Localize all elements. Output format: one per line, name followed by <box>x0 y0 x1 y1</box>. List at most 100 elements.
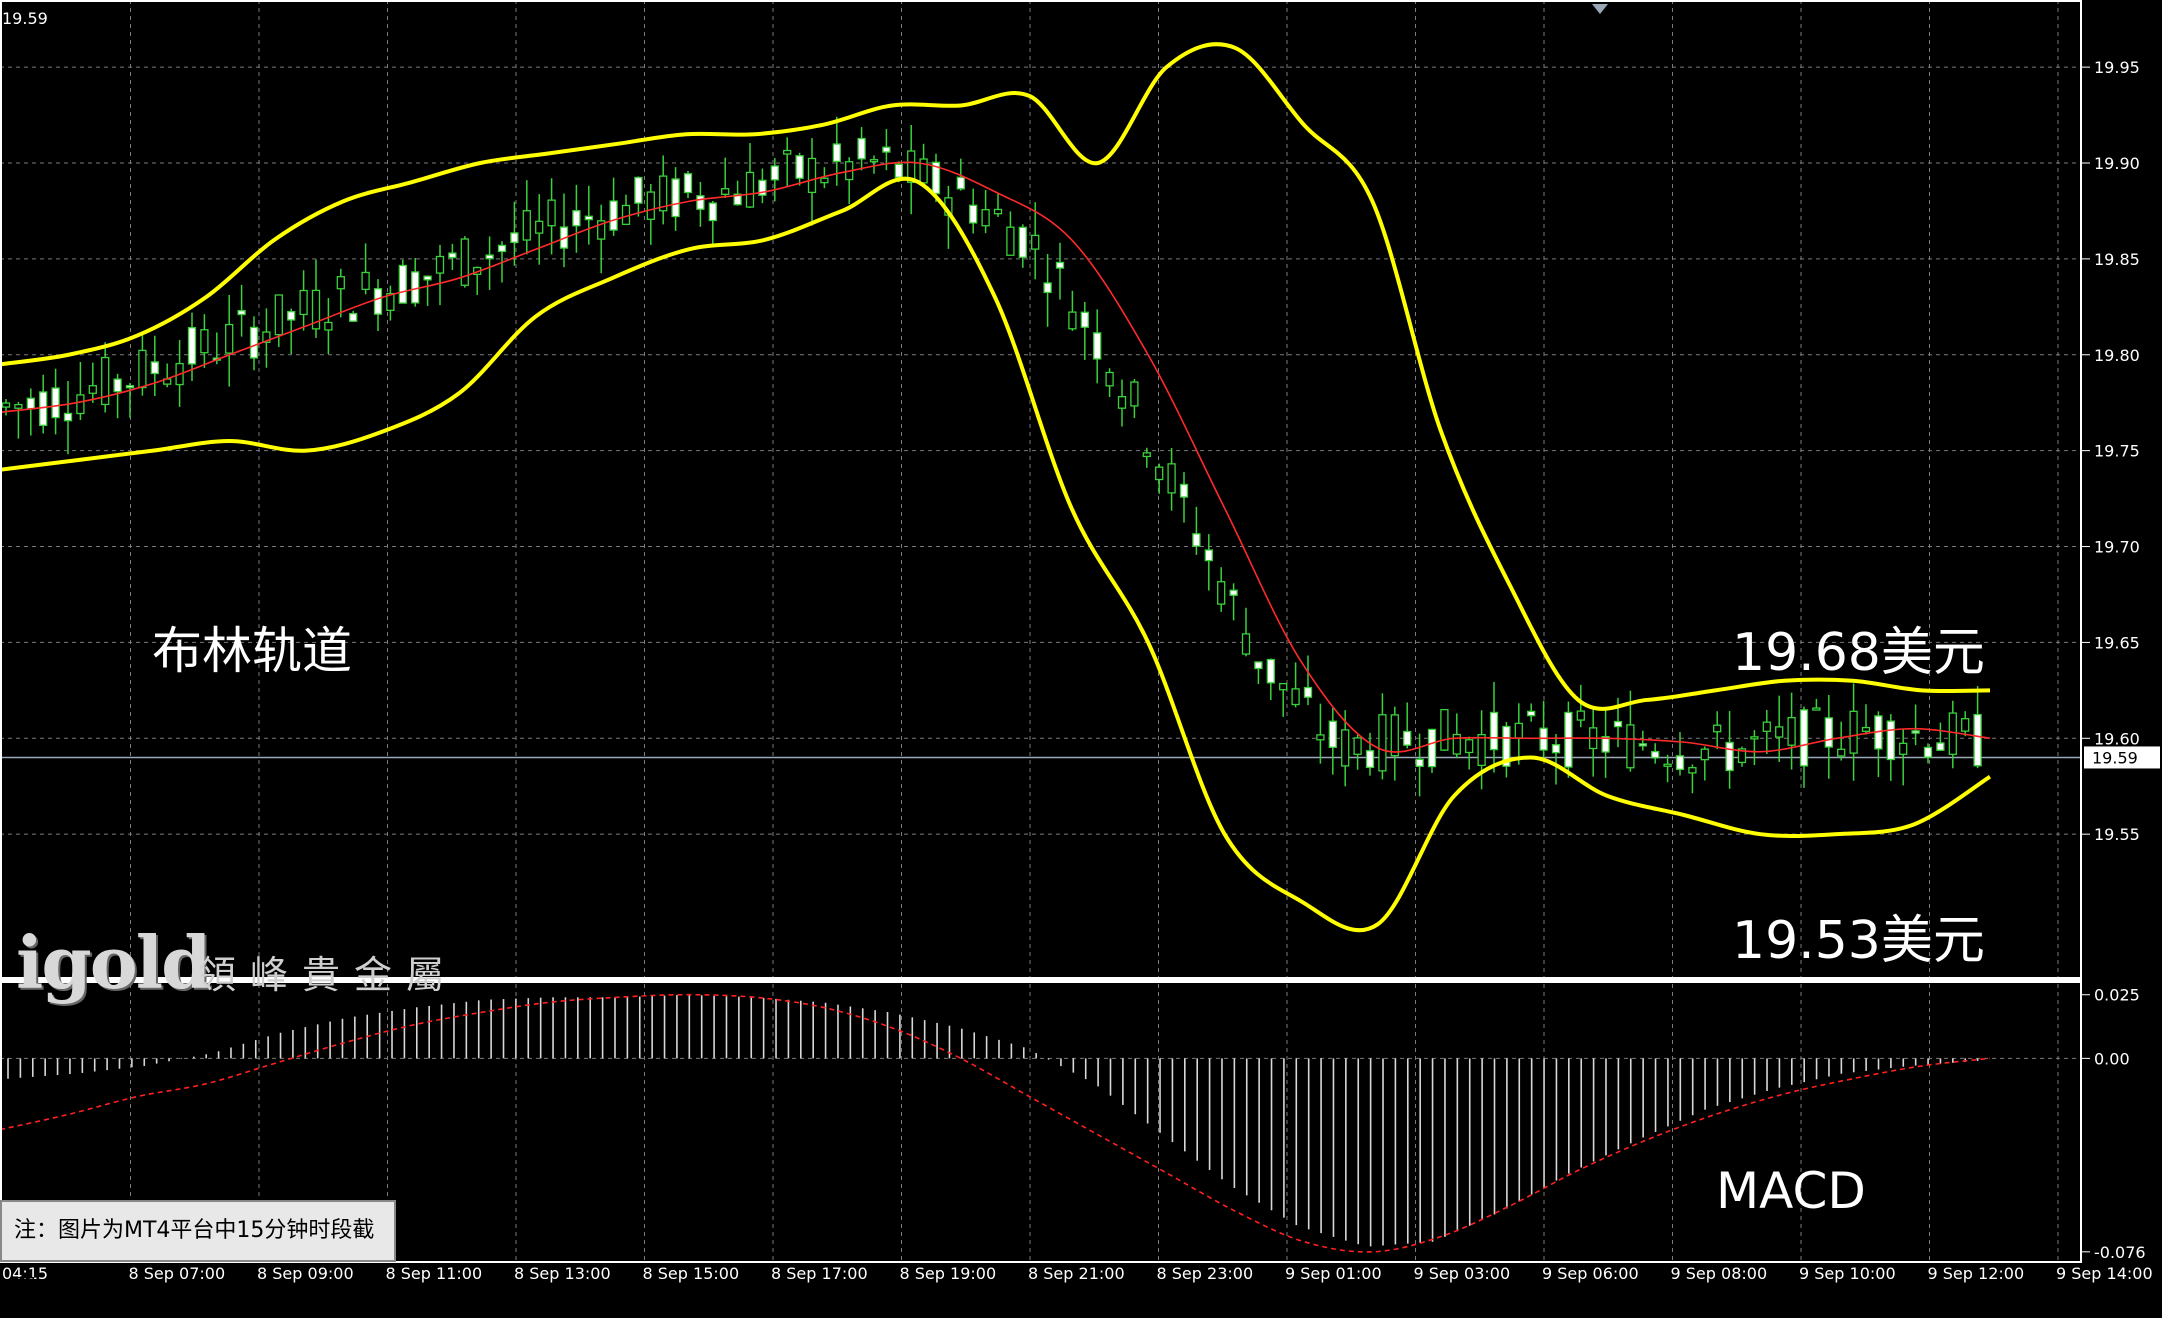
x-tick-label: 9 Sep 08:00 <box>1671 1264 1768 1283</box>
candle-body <box>1948 712 1957 755</box>
candle-body <box>857 137 866 160</box>
candle-body <box>1217 581 1226 605</box>
x-tick-label: 9 Sep 01:00 <box>1285 1264 1382 1283</box>
x-tick-label: 8 Sep 17:00 <box>771 1264 868 1283</box>
candle-body <box>1117 396 1127 409</box>
candle-body <box>547 199 556 227</box>
candle-body <box>1155 466 1164 481</box>
price-tick-label: 19.55 <box>2094 825 2140 844</box>
candle-body <box>770 165 779 181</box>
candle-body <box>1365 750 1375 769</box>
candle-body <box>225 323 234 354</box>
candle-body <box>497 244 507 253</box>
x-tick-label: 8 Sep 11:00 <box>386 1264 483 1283</box>
candle-body <box>187 327 197 365</box>
candle-body <box>1799 709 1809 767</box>
candle-body <box>1440 708 1449 751</box>
x-tick-label: 8 Sep 13:00 <box>514 1264 611 1283</box>
candle-body <box>1291 688 1300 706</box>
candle-body <box>969 204 978 224</box>
price-tick-label: 19.65 <box>2094 633 2140 652</box>
candle-body <box>1266 658 1275 684</box>
macd-tick-label: -0.076 <box>2094 1243 2146 1262</box>
price-tick-label: 19.60 <box>2094 729 2140 748</box>
candle-body <box>1415 758 1424 767</box>
price-tick-label: 19.70 <box>2094 538 2140 557</box>
logo-chinese: 領峰貴金屬 <box>198 953 459 997</box>
x-tick-label: 8 Sep 15:00 <box>643 1264 740 1283</box>
bollinger-label: 布林轨道 <box>152 622 352 680</box>
candle-body <box>1613 720 1623 728</box>
candle-body <box>1167 463 1176 494</box>
price-tick-label: 19.90 <box>2094 154 2140 173</box>
candle-body <box>14 403 23 409</box>
candle-body <box>1688 767 1697 774</box>
candle-body <box>1204 549 1213 562</box>
candle-body <box>1824 717 1833 748</box>
candle-body <box>745 171 755 208</box>
candle-body <box>510 232 519 244</box>
candle-body <box>1626 724 1635 769</box>
candle-body <box>1837 748 1846 757</box>
candle-body <box>1068 311 1077 330</box>
upper-price-label: 19.68美元 <box>1732 623 1985 683</box>
candle-body <box>1886 720 1895 761</box>
candle-body <box>1936 742 1945 751</box>
candle-body <box>1787 717 1796 746</box>
top-left-price: 19.59 <box>2 9 48 28</box>
candle-body <box>299 289 308 316</box>
candle-body <box>1923 746 1933 758</box>
candle-body <box>1663 763 1672 767</box>
x-tick-label: 9 Sep 10:00 <box>1799 1264 1896 1283</box>
candle-body <box>361 271 370 291</box>
candle-body <box>1675 755 1685 771</box>
candle-body <box>88 385 97 394</box>
candle-body <box>1899 742 1908 755</box>
candle-body <box>584 215 593 221</box>
candle-body <box>1390 714 1399 757</box>
candle-body <box>1341 729 1350 767</box>
candle-body <box>1911 730 1920 734</box>
candle-body <box>336 276 345 290</box>
candle-body <box>485 254 494 260</box>
candle-body <box>671 178 680 218</box>
candle-body <box>1775 726 1784 738</box>
candle-body <box>1514 722 1523 739</box>
x-tick-label: 9 Sep 12:00 <box>1928 1264 2025 1283</box>
candle-body <box>696 195 705 210</box>
x-tick-label: 9 Sep 06:00 <box>1542 1264 1639 1283</box>
candle-body <box>398 264 407 304</box>
candle-body <box>708 202 717 222</box>
igold-logo: igold <box>16 920 211 1005</box>
candle-body <box>807 157 817 194</box>
candle-body <box>274 294 283 336</box>
candle-body <box>76 394 85 415</box>
candle-body <box>1713 724 1722 733</box>
candle-body <box>683 173 693 194</box>
candle-body <box>125 385 135 389</box>
x-tick-label: 8 Sep 07:00 <box>129 1264 226 1283</box>
candle-body <box>26 397 35 410</box>
candle-body <box>51 387 60 419</box>
candle-body <box>287 311 296 321</box>
candle-body <box>646 191 655 220</box>
candle-body <box>113 378 122 393</box>
candle-body <box>721 188 730 195</box>
current-price-label: 19.59 <box>2092 748 2138 767</box>
price-tick-label: 19.80 <box>2094 346 2140 365</box>
candle-body <box>1477 733 1486 767</box>
candle-body <box>1489 711 1499 751</box>
candle-body <box>349 313 358 322</box>
candle-body <box>1427 728 1437 768</box>
candle-body <box>448 252 457 259</box>
x-tick-label: 9 Sep 03:00 <box>1414 1264 1511 1283</box>
candle-body <box>1973 713 1982 767</box>
candle-body <box>572 210 581 227</box>
candle-body <box>1179 483 1189 498</box>
macd-label: MACD <box>1716 1162 1866 1220</box>
x-tick-label: 8 Sep 09:00 <box>257 1264 354 1283</box>
candle-body <box>1725 741 1734 772</box>
price-tick-label: 19.75 <box>2094 442 2140 461</box>
candle-body <box>1465 739 1474 754</box>
candle-body <box>820 177 829 184</box>
